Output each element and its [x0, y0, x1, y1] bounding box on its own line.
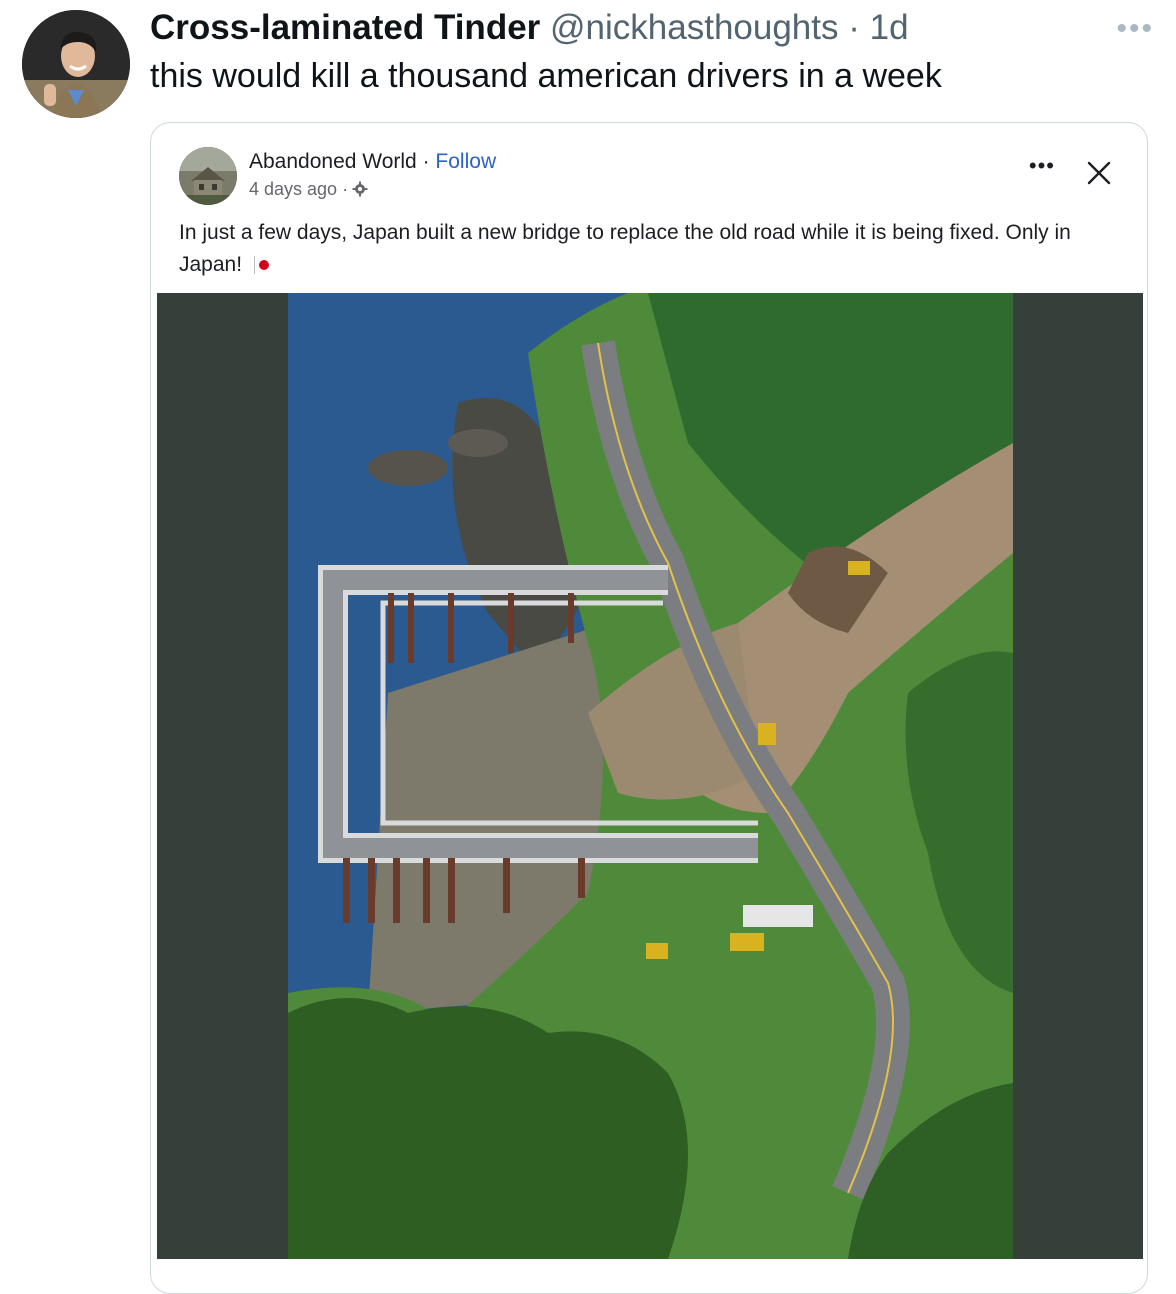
- author-display-name[interactable]: Cross-laminated Tinder: [150, 8, 540, 47]
- post-time[interactable]: 4 days ago ·: [249, 178, 348, 200]
- person-avatar-icon: [22, 10, 130, 118]
- ellipsis-icon: •••: [1028, 153, 1055, 178]
- follow-link[interactable]: Follow: [435, 150, 496, 173]
- ellipsis-icon: •••: [1116, 12, 1154, 45]
- flag-red-disc: [258, 260, 269, 271]
- post-more-button[interactable]: •••: [1029, 155, 1055, 177]
- author-avatar[interactable]: [22, 10, 130, 118]
- tweet-text: this would kill a thousand american driv…: [150, 57, 942, 95]
- post-close-button[interactable]: [1085, 159, 1113, 187]
- page-name[interactable]: Abandoned World: [249, 150, 417, 173]
- bridge-photo-image: [288, 293, 1013, 1259]
- page-name-separator: ·: [422, 150, 430, 173]
- post-body: In just a few days, Japan built a new br…: [179, 217, 1119, 281]
- tweet-more-button[interactable]: •••: [1116, 14, 1154, 44]
- header-separator: ·: [848, 8, 860, 47]
- abandoned-house-icon: [179, 147, 237, 205]
- embedded-post-screenshot[interactable]: Abandoned World · Follow 4 days ago · ••…: [150, 122, 1148, 1294]
- page-avatar[interactable]: [179, 147, 237, 205]
- page-name-line: Abandoned World · Follow: [249, 149, 496, 175]
- post-header: Abandoned World · Follow 4 days ago · ••…: [151, 123, 1147, 293]
- author-handle[interactable]: @nickhasthoughts: [550, 8, 838, 47]
- tweet-timestamp[interactable]: 1d: [870, 8, 909, 47]
- close-icon: [1087, 161, 1111, 185]
- post-photo[interactable]: [157, 293, 1143, 1259]
- post-body-text: In just a few days, Japan built a new br…: [179, 221, 1071, 276]
- tweet-header: Cross-laminated Tinder @nickhasthoughts …: [150, 6, 909, 50]
- japan-flag-icon: [253, 256, 255, 275]
- post-time-line: 4 days ago ·: [249, 178, 368, 200]
- gear-icon: [352, 181, 368, 197]
